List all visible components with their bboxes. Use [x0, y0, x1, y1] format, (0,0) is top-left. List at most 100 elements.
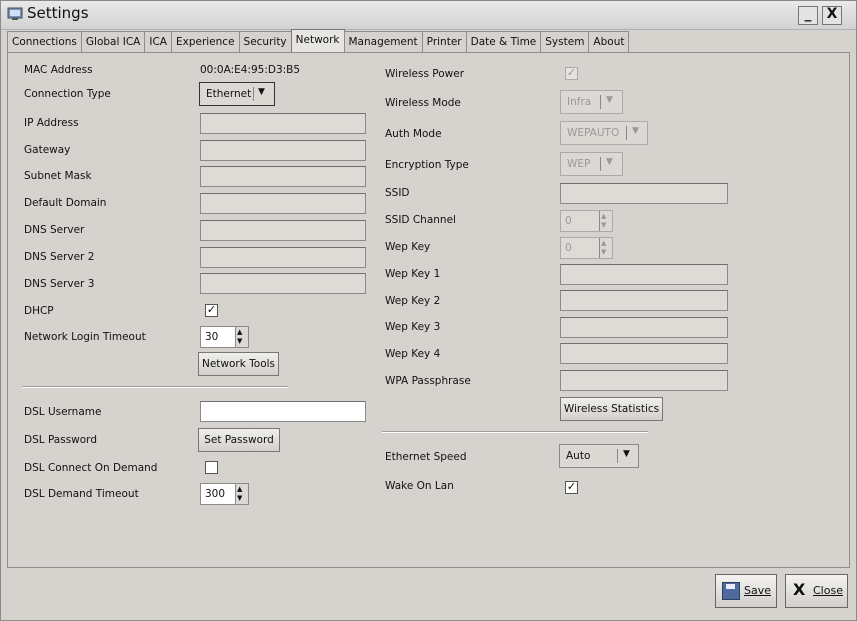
ssid-label: SSID [385, 187, 410, 199]
window-title: Settings [27, 4, 89, 22]
settings-app-icon [7, 7, 23, 20]
dns-server-field[interactable] [200, 220, 366, 241]
gateway-label: Gateway [24, 144, 71, 156]
wpa-passphrase-field[interactable] [560, 370, 728, 391]
close-icon: X [793, 580, 806, 599]
save-button-label: Save [744, 584, 772, 597]
chevron-down-icon: ▼ [606, 157, 613, 167]
close-button-label: Close [813, 584, 843, 597]
dns-server-2-label: DNS Server 2 [24, 251, 95, 263]
wake-on-lan-checkbox[interactable]: ✓ [565, 481, 578, 494]
wep-key-value: 0 [565, 242, 572, 254]
wireless-power-checkbox[interactable]: ✓ [565, 67, 578, 80]
dsl-username-label: DSL Username [24, 406, 102, 418]
dsl-demand-timeout-value: 300 [205, 488, 226, 500]
dns-server-label: DNS Server [24, 224, 85, 236]
auth-mode-value: WEPAUTO [567, 127, 620, 139]
tab-ica[interactable]: ICA [144, 31, 172, 52]
wep-key-2-label: Wep Key 2 [385, 295, 441, 307]
close-button[interactable]: X Close [785, 574, 848, 608]
network-login-timeout-value: 30 [205, 331, 219, 343]
spin-up-icon[interactable]: ▲ [601, 239, 606, 247]
connection-type-label: Connection Type [24, 88, 111, 100]
wireless-mode-label: Wireless Mode [385, 97, 461, 109]
wake-on-lan-label: Wake On Lan [385, 480, 454, 492]
wep-key-4-field[interactable] [560, 343, 728, 364]
ip-address-field[interactable] [200, 113, 366, 134]
tab-system[interactable]: System [540, 31, 590, 52]
ethernet-speed-dropdown[interactable]: Auto ▼ [559, 444, 639, 468]
subnet-mask-label: Subnet Mask [24, 170, 92, 182]
spin-down-icon[interactable]: ▼ [237, 337, 242, 345]
wep-key-label: Wep Key [385, 241, 431, 253]
tab-experience[interactable]: Experience [170, 31, 240, 52]
wireless-power-label: Wireless Power [385, 68, 465, 80]
tab-bar: Connections Global ICA ICA Experience Se… [7, 29, 630, 52]
network-tools-button[interactable]: Network Tools [198, 352, 279, 376]
dhcp-label: DHCP [24, 305, 54, 317]
tab-security[interactable]: Security [238, 31, 292, 52]
title-bar[interactable]: Settings _ X [1, 1, 856, 30]
tab-about[interactable]: About [588, 31, 630, 52]
dsl-demand-timeout-spinner[interactable]: 300 ▲ ▼ [200, 483, 249, 505]
spin-down-icon[interactable]: ▼ [237, 494, 242, 502]
dsl-connect-on-demand-checkbox[interactable] [205, 461, 218, 474]
tab-global-ica[interactable]: Global ICA [80, 31, 146, 52]
wpa-passphrase-label: WPA Passphrase [385, 375, 471, 387]
tab-management[interactable]: Management [343, 31, 423, 52]
dns-server-2-field[interactable] [200, 247, 366, 268]
chevron-down-icon: ▼ [623, 449, 630, 459]
dhcp-checkbox[interactable]: ✓ [205, 304, 218, 317]
tab-network[interactable]: Network [290, 29, 345, 52]
ssid-channel-value: 0 [565, 215, 572, 227]
ethernet-speed-value: Auto [566, 450, 591, 462]
chevron-down-icon: ▼ [258, 87, 265, 97]
wep-key-spinner[interactable]: 0 ▲ ▼ [560, 237, 613, 259]
spin-up-icon[interactable]: ▲ [237, 485, 242, 493]
tab-date-time[interactable]: Date & Time [465, 31, 542, 52]
window-close-button[interactable]: X [822, 6, 842, 25]
left-divider [22, 386, 288, 388]
set-password-button[interactable]: Set Password [198, 428, 280, 452]
save-button[interactable]: Save [715, 574, 777, 608]
connection-type-value: Ethernet [206, 88, 252, 100]
spin-down-icon[interactable]: ▼ [601, 221, 606, 229]
encryption-type-value: WEP [567, 158, 591, 170]
subnet-mask-field[interactable] [200, 166, 366, 187]
wireless-mode-dropdown[interactable]: Infra ▼ [560, 90, 623, 114]
dsl-connect-on-demand-label: DSL Connect On Demand [24, 462, 158, 474]
ssid-channel-spinner[interactable]: 0 ▲ ▼ [560, 210, 613, 232]
mac-address-value: 00:0A:E4:95:D3:B5 [200, 64, 301, 76]
network-panel: MAC Address 00:0A:E4:95:D3:B5 Connection… [7, 52, 850, 568]
spin-down-icon[interactable]: ▼ [601, 248, 606, 256]
dsl-demand-timeout-label: DSL Demand Timeout [24, 488, 139, 500]
wep-key-1-field[interactable] [560, 264, 728, 285]
settings-window: Settings _ X Connections Global ICA ICA … [0, 0, 857, 621]
auth-mode-label: Auth Mode [385, 128, 442, 140]
wep-key-3-field[interactable] [560, 317, 728, 338]
minimize-button[interactable]: _ [798, 6, 818, 25]
dsl-password-label: DSL Password [24, 434, 97, 446]
mac-address-label: MAC Address [24, 64, 93, 76]
spin-up-icon[interactable]: ▲ [601, 212, 606, 220]
dns-server-3-field[interactable] [200, 273, 366, 294]
auth-mode-dropdown[interactable]: WEPAUTO ▼ [560, 121, 648, 145]
floppy-disk-icon [722, 582, 740, 600]
network-login-timeout-label: Network Login Timeout [24, 331, 146, 343]
gateway-field[interactable] [200, 140, 366, 161]
encryption-type-dropdown[interactable]: WEP ▼ [560, 152, 623, 176]
dns-server-3-label: DNS Server 3 [24, 278, 95, 290]
tab-connections[interactable]: Connections [7, 31, 82, 52]
network-login-timeout-spinner[interactable]: 30 ▲ ▼ [200, 326, 249, 348]
wep-key-4-label: Wep Key 4 [385, 348, 441, 360]
default-domain-field[interactable] [200, 193, 366, 214]
connection-type-dropdown[interactable]: Ethernet ▼ [199, 82, 275, 106]
wep-key-2-field[interactable] [560, 290, 728, 311]
encryption-type-label: Encryption Type [385, 159, 469, 171]
ssid-field[interactable] [560, 183, 728, 204]
wireless-statistics-button[interactable]: Wireless Statistics [560, 397, 663, 421]
right-divider [382, 431, 648, 433]
dsl-username-field[interactable] [200, 401, 366, 422]
spin-up-icon[interactable]: ▲ [237, 328, 242, 336]
tab-printer[interactable]: Printer [421, 31, 467, 52]
